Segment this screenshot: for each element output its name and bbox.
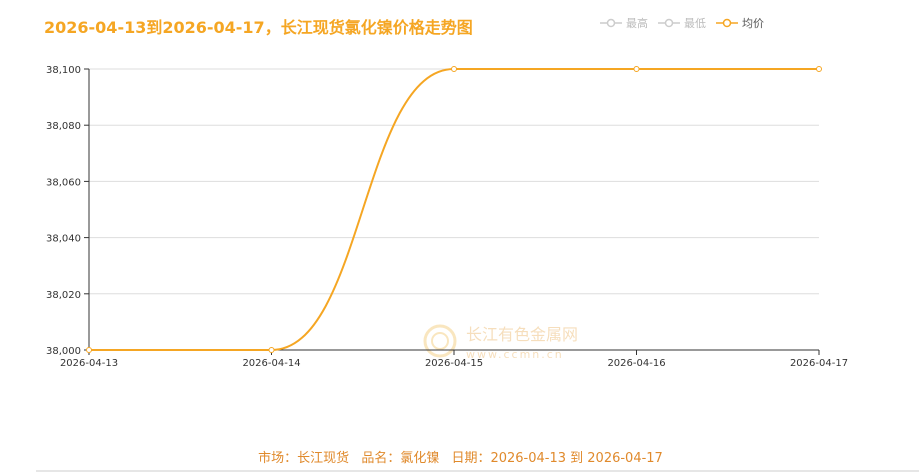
data-point[interactable] xyxy=(451,66,457,72)
x-tick-label: 2026-04-14 xyxy=(242,358,300,369)
price-line-chart: 长江有色金属网 www.ccmn.cn 38,00038,02038,04038… xyxy=(46,65,848,369)
y-tick-label: 38,000 xyxy=(46,346,81,357)
series xyxy=(86,66,822,353)
series-line-avg xyxy=(89,67,819,352)
x-tick-label: 2026-04-13 xyxy=(60,358,118,369)
data-point[interactable] xyxy=(816,66,822,72)
x-tick-label: 2026-04-17 xyxy=(790,358,848,369)
data-point[interactable] xyxy=(633,66,640,72)
footer-market: 市场：长江现货 xyxy=(258,451,350,466)
chart-footer: 市场：长江现货 品名：氯化镍 日期：2026-04-13 到 2026-04-1… xyxy=(0,447,921,466)
axes: 38,000 38,020 38,040 38,060 38,080 38,100 2026… xyxy=(46,65,848,369)
footer-divider xyxy=(36,470,919,472)
x-tick-label: 2026-04-16 xyxy=(607,358,665,369)
x-tick-label: 2026-04-15 xyxy=(425,358,483,369)
footer-product: 品名：氯化镍 xyxy=(361,451,440,466)
y-tick-label: 38,060 xyxy=(46,177,81,188)
y-tick-label: 38,080 xyxy=(46,121,81,132)
footer-date: 日期：2026-04-13 到 2026-04-17 xyxy=(451,451,663,466)
data-point[interactable] xyxy=(86,347,92,353)
grid-lines xyxy=(89,68,819,295)
y-tick-label: 38,100 xyxy=(46,65,81,76)
data-point[interactable] xyxy=(268,347,275,353)
y-tick-label: 38,040 xyxy=(46,234,81,245)
y-tick-label: 38,020 xyxy=(46,290,81,301)
watermark-text: 长江有色金属网 xyxy=(466,325,578,344)
watermark-logo-inner-icon xyxy=(431,332,449,350)
watermark: 长江有色金属网 www.ccmn.cn xyxy=(423,324,578,361)
watermark-logo-icon xyxy=(423,324,457,358)
